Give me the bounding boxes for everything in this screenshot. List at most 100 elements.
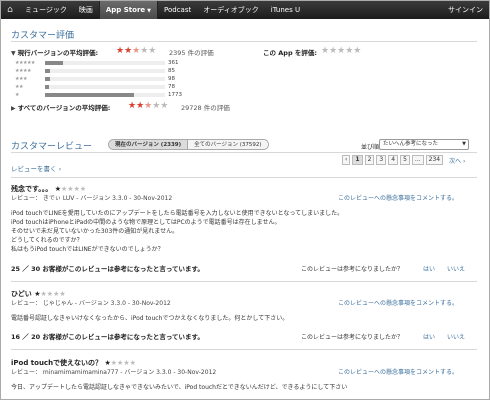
divider (11, 177, 477, 178)
review-body-line: 私はもうiPod touchではLINEができないのでしょうか？ (11, 246, 164, 253)
histogram-bar-fill (45, 85, 49, 89)
histogram-count: 1773 (168, 92, 182, 98)
tab-all-versions[interactable]: 全てのバージョン (37592) (188, 140, 268, 149)
current-rating-stars: ★★★★★ (116, 46, 157, 56)
helpful-yes-link[interactable]: はい (423, 264, 435, 273)
report-concern-link[interactable]: このレビューへの懸念事項をコメントする。 (338, 367, 458, 376)
helpful-count: 25 ／ 30 お客様がこのレビューは参考になったと言っています。 (11, 265, 204, 273)
histogram-count: 361 (168, 60, 179, 66)
histogram-bar (45, 77, 165, 81)
review-stars: ★★★★★ (34, 290, 66, 298)
divider (11, 349, 477, 350)
helpful-count: 16 ／ 20 お客様がこのレビューは参考になったと言っています。 (11, 333, 204, 341)
report-concern-link[interactable]: このレビューへの懸念事項をコメントする。 (338, 193, 458, 202)
divider (11, 152, 477, 153)
review-stars: ★★★★★ (54, 185, 87, 193)
current-rating-label-text: 現行バージョンの平均評価: (17, 49, 99, 57)
version-tabs: 現在のバージョン (2339) 全てのバージョン (37592) (108, 139, 269, 150)
histogram-row: ★★ 78 (15, 83, 175, 91)
review-meta: レビュー： きでぃ LUV - バージョン 3.3.0 - 30-Nov-201… (11, 195, 173, 202)
histogram-bar-fill (45, 93, 134, 97)
review-body-line: iPod touchはiPhoneとiPadの中間のような物で原理としてはPCの… (11, 219, 281, 226)
histogram-row: ★★★ 98 (15, 75, 175, 83)
nav-audiobooks[interactable]: オーディオブック (197, 1, 265, 19)
nav-podcast[interactable]: Podcast (158, 1, 197, 19)
sort-select-value: たいへん参考になった (383, 141, 439, 147)
histogram-bar (45, 61, 165, 65)
histogram-stars: ★ (15, 92, 19, 98)
histogram-count: 98 (168, 76, 175, 82)
histogram-stars: ★★★★★ (15, 60, 35, 66)
histogram-row: ★★★★ 85 (15, 67, 175, 75)
current-rating-count: 2395 件の評価 (169, 49, 214, 57)
review-meta: レビュー： minamimamimamina777 - バージョン 3.3.0 … (11, 369, 217, 376)
page-2[interactable]: 2 (364, 155, 375, 165)
nav-itunes-u[interactable]: iTunes U (265, 1, 306, 19)
write-review-link[interactable]: レビューを書く › (11, 163, 61, 173)
histogram-row: ★ 1773 (15, 91, 182, 99)
page-3[interactable]: 3 (376, 155, 387, 165)
review-body: 今日、アップデートしたら電話認証しなきゃできないみたいで、iPod touchだ… (11, 383, 347, 392)
helpful-yes-link[interactable]: はい (423, 332, 435, 341)
signin-link[interactable]: サインイン (442, 1, 489, 19)
histogram-count: 85 (168, 68, 175, 74)
histogram-bar (45, 93, 165, 97)
triangle-down-icon: ▼ (11, 50, 16, 57)
pagination: ‹ 1 2 3 4 5 ... 234 次へ › (342, 155, 465, 165)
review-body-line: どうしてくれるのですか？ (11, 237, 83, 244)
histogram-bar (45, 85, 165, 89)
histogram-stars: ★★★★ (15, 68, 31, 74)
page-1[interactable]: 1 (352, 155, 363, 165)
nav-music[interactable]: ミュージック (19, 1, 73, 19)
histogram-count: 78 (168, 84, 175, 90)
helpful-no-link[interactable]: いいえ (447, 264, 465, 273)
divider (11, 281, 477, 282)
divider (11, 41, 477, 42)
review-body: 電話番号認証しなきゃいけなくなったから、iPod touchでつかえなくなりまし… (11, 314, 288, 323)
review-body-line: 今日、アップデートしたら電話認証しなきゃできないみたいで、iPod touchだ… (11, 384, 348, 391)
helpful-no-link[interactable]: いいえ (447, 332, 465, 341)
page-234[interactable]: 234 (425, 155, 444, 165)
histogram-bar (45, 69, 165, 73)
report-concern-link[interactable]: このレビューへの懸念事項をコメントする。 (338, 298, 458, 307)
all-rating-stars: ★★★★★ (128, 101, 169, 111)
tab-current-version[interactable]: 現在のバージョン (2339) (109, 140, 189, 149)
rate-app-label: この App を評価: (263, 49, 317, 57)
nav-app-store-label: App Store (105, 6, 146, 14)
top-nav: ⌂ ミュージック 映画 App Store ▼ Podcast オーディオブック … (1, 1, 489, 19)
review-title-text: ひどい (11, 290, 32, 298)
ratings-title: カスタマー評価 (11, 31, 75, 41)
all-rating-label: ▶ すべてのバージョンの平均評価: (11, 102, 110, 112)
current-rating-label: ▼ 現行バージョンの平均評価: (11, 47, 98, 57)
review-title-text: 残念です。。。 (11, 185, 53, 193)
reviews-title: カスタマーレビュー (11, 142, 93, 152)
all-rating-count: 29728 件の評価 (181, 104, 230, 112)
page-ellipsis: ... (411, 155, 424, 165)
next-page-link[interactable]: 次へ › (449, 156, 465, 165)
histogram-row: ★★★★★ 361 (15, 59, 179, 67)
triangle-right-icon: ▶ (11, 105, 16, 112)
review-body: iPod touchでLINEを愛用していたのにアップデートをしたら電話番号を入… (11, 209, 343, 254)
nav-app-store[interactable]: App Store ▼ (98, 1, 159, 19)
review-stars: ★★★★★ (104, 359, 136, 367)
page-5[interactable]: 5 (400, 155, 410, 165)
histogram-stars: ★★ (15, 84, 23, 90)
histogram-bar-fill (45, 77, 50, 81)
nav-movies[interactable]: 映画 (73, 1, 99, 19)
review-meta: レビュー： じゃじゃん - バージョン 3.3.0 - 30-Nov-2012 (11, 300, 171, 307)
helpful-question: このレビューは参考になりましたか？ (301, 266, 404, 273)
review-body-line: 電話番号認証しなきゃいけなくなったから、iPod touchでつかえなくなりまし… (11, 315, 289, 322)
review-body-line: iPod touchでLINEを愛用していたのにアップデートをしたら電話番号を入… (11, 210, 344, 217)
rate-app-stars[interactable]: ★★★★★ (321, 46, 361, 56)
home-icon[interactable]: ⌂ (1, 1, 19, 19)
helpful-question: このレビューは参考になりましたか？ (301, 334, 404, 341)
histogram-stars: ★★★ (15, 76, 27, 82)
page-prev[interactable]: ‹ (342, 155, 351, 165)
all-rating-label-text: すべてのバージョンの平均評価: (17, 104, 111, 112)
page-4[interactable]: 4 (388, 155, 399, 165)
chevron-down-icon: ▼ (462, 141, 466, 147)
sort-select[interactable]: たいへん参考になった ▼ (379, 139, 469, 150)
review-title-text: iPod touchで使えないの？ (11, 359, 103, 367)
histogram-bar-fill (45, 61, 63, 65)
histogram-bar-fill (45, 69, 50, 73)
